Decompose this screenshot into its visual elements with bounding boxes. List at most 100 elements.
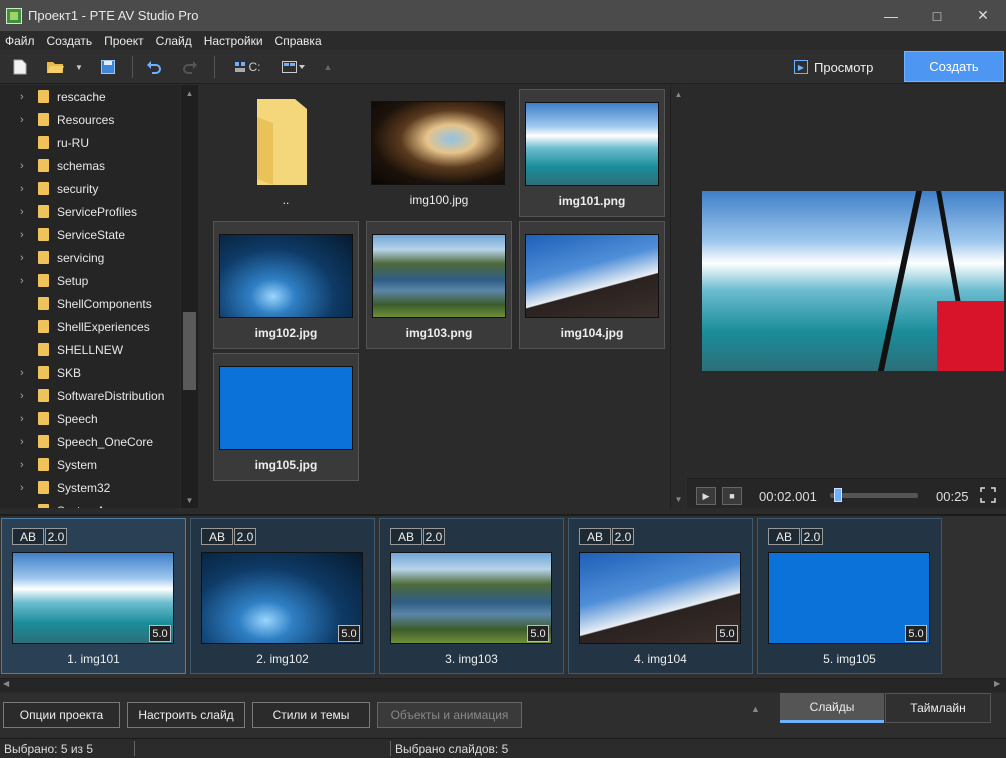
file-tile[interactable]: img102.jpg bbox=[213, 221, 359, 349]
tree-item[interactable]: › servicing bbox=[0, 246, 180, 269]
collapse-up-icon[interactable]: ▲ bbox=[751, 704, 760, 714]
chevron-right-icon[interactable]: › bbox=[20, 114, 30, 126]
menu-settings[interactable]: Настройки bbox=[199, 34, 270, 48]
file-tile[interactable]: img101.png bbox=[519, 89, 665, 217]
tree-item[interactable]: › SKB bbox=[0, 361, 180, 384]
view-mode-icon[interactable] bbox=[280, 56, 308, 78]
scroll-right-icon[interactable]: ▶ bbox=[994, 679, 1000, 688]
scroll-down-icon[interactable]: ▼ bbox=[181, 492, 198, 508]
menu-slide[interactable]: Слайд bbox=[151, 34, 199, 48]
tree-item[interactable]: › Speech bbox=[0, 407, 180, 430]
close-button[interactable]: ✕ bbox=[960, 0, 1006, 31]
chevron-right-icon[interactable]: › bbox=[20, 436, 30, 448]
transition-ab-badge[interactable]: AB bbox=[390, 528, 422, 545]
save-icon[interactable] bbox=[98, 56, 118, 78]
styles-themes-button[interactable]: Стили и темы bbox=[252, 702, 370, 728]
chevron-right-icon[interactable]: › bbox=[20, 160, 30, 172]
slide-card[interactable]: AB 2.0 5.0 4. img104 bbox=[568, 518, 753, 674]
chevron-right-icon[interactable]: › bbox=[20, 183, 30, 195]
up-level-icon[interactable]: ▲ bbox=[322, 56, 334, 78]
chevron-right-icon[interactable]: › bbox=[20, 206, 30, 218]
file-browser-scrollbar[interactable]: ▲ ▼ bbox=[670, 85, 685, 508]
file-tile[interactable]: img104.jpg bbox=[519, 221, 665, 349]
menu-file[interactable]: Файл bbox=[0, 34, 42, 48]
tree-item[interactable]: › Setup bbox=[0, 269, 180, 292]
stop-icon[interactable]: ■ bbox=[722, 487, 742, 505]
tree-item[interactable]: › schemas bbox=[0, 154, 180, 177]
tree-item[interactable]: › ServiceState bbox=[0, 223, 180, 246]
undo-icon[interactable] bbox=[144, 56, 164, 78]
tree-item[interactable]: › System32 bbox=[0, 476, 180, 499]
tree-item[interactable]: ru-RU bbox=[0, 131, 180, 154]
transition-ab-badge[interactable]: AB bbox=[201, 528, 233, 545]
slide-card[interactable]: AB 2.0 5.0 2. img102 bbox=[190, 518, 375, 674]
transition-time-badge[interactable]: 2.0 bbox=[612, 528, 634, 545]
chevron-right-icon[interactable]: › bbox=[20, 459, 30, 471]
customize-slide-button[interactable]: Настроить слайд bbox=[127, 702, 245, 728]
tree-item[interactable]: ShellExperiences bbox=[0, 315, 180, 338]
menu-create[interactable]: Создать bbox=[42, 34, 100, 48]
seek-handle[interactable] bbox=[834, 488, 842, 502]
create-button[interactable]: Создать bbox=[904, 51, 1004, 82]
file-tile[interactable]: img105.jpg bbox=[213, 353, 359, 481]
tab-timeline[interactable]: Таймлайн bbox=[885, 693, 991, 723]
play-icon[interactable]: ▶ bbox=[696, 487, 716, 505]
redo-icon[interactable] bbox=[180, 56, 200, 78]
chevron-right-icon[interactable]: › bbox=[20, 390, 30, 402]
project-options-button[interactable]: Опции проекта bbox=[3, 702, 120, 728]
tree-item[interactable]: › ServiceProfiles bbox=[0, 200, 180, 223]
transition-time-badge[interactable]: 2.0 bbox=[45, 528, 67, 545]
transition-ab-badge[interactable]: AB bbox=[768, 528, 800, 545]
tab-slides[interactable]: Слайды bbox=[780, 693, 884, 723]
file-tile[interactable]: img103.png bbox=[366, 221, 512, 349]
transition-time-badge[interactable]: 2.0 bbox=[234, 528, 256, 545]
scroll-left-icon[interactable]: ◀ bbox=[3, 679, 9, 688]
chevron-right-icon[interactable]: › bbox=[20, 367, 30, 379]
objects-animation-button[interactable]: Объекты и анимация bbox=[377, 702, 522, 728]
chevron-right-icon[interactable]: › bbox=[20, 91, 30, 103]
tree-item[interactable]: › Resources bbox=[0, 108, 180, 131]
slide-duration[interactable]: 5.0 bbox=[905, 625, 927, 642]
tree-item[interactable]: › System bbox=[0, 453, 180, 476]
parent-folder-tile[interactable]: .. bbox=[213, 89, 359, 217]
menu-help[interactable]: Справка bbox=[270, 34, 329, 48]
tree-item[interactable]: › rescache bbox=[0, 85, 180, 108]
tree-item[interactable]: SHELLNEW bbox=[0, 338, 180, 361]
transition-time-badge[interactable]: 2.0 bbox=[801, 528, 823, 545]
minimize-button[interactable]: — bbox=[868, 0, 914, 31]
maximize-button[interactable]: □ bbox=[914, 0, 960, 31]
slide-duration[interactable]: 5.0 bbox=[527, 625, 549, 642]
scroll-up-icon[interactable]: ▲ bbox=[181, 85, 198, 101]
open-folder-icon[interactable] bbox=[44, 56, 66, 78]
scroll-thumb[interactable] bbox=[183, 312, 196, 390]
tree-item[interactable]: › Speech_OneCore bbox=[0, 430, 180, 453]
file-tile[interactable]: img100.jpg bbox=[366, 89, 512, 217]
slide-card[interactable]: AB 2.0 5.0 3. img103 bbox=[379, 518, 564, 674]
tree-scrollbar[interactable]: ▲ ▼ bbox=[181, 85, 198, 508]
chevron-right-icon[interactable]: › bbox=[20, 252, 30, 264]
slide-duration[interactable]: 5.0 bbox=[338, 625, 360, 642]
scroll-up-icon[interactable]: ▲ bbox=[671, 87, 686, 101]
chevron-right-icon[interactable]: › bbox=[20, 482, 30, 494]
chevron-right-icon[interactable]: › bbox=[20, 413, 30, 425]
slide-duration[interactable]: 5.0 bbox=[149, 625, 171, 642]
tree-item[interactable]: › SoftwareDistribution bbox=[0, 384, 180, 407]
transition-ab-badge[interactable]: AB bbox=[579, 528, 611, 545]
new-file-icon[interactable] bbox=[10, 56, 30, 78]
drive-selector[interactable]: C: bbox=[230, 56, 264, 78]
slide-card[interactable]: AB 2.0 5.0 5. img105 bbox=[757, 518, 942, 674]
tree-item[interactable]: › security bbox=[0, 177, 180, 200]
seek-track[interactable] bbox=[830, 493, 918, 498]
transition-ab-badge[interactable]: AB bbox=[12, 528, 44, 545]
chevron-right-icon[interactable]: › bbox=[20, 229, 30, 241]
fullscreen-icon[interactable] bbox=[980, 487, 996, 503]
slide-card[interactable]: AB 2.0 5.0 1. img101 bbox=[1, 518, 186, 674]
slide-duration[interactable]: 5.0 bbox=[716, 625, 738, 642]
preview-button[interactable]: ▶ Просмотр bbox=[794, 56, 873, 78]
chevron-right-icon[interactable]: › bbox=[20, 505, 30, 509]
chevron-right-icon[interactable]: › bbox=[20, 275, 30, 287]
scroll-down-icon[interactable]: ▼ bbox=[671, 492, 686, 506]
tree-item[interactable]: ShellComponents bbox=[0, 292, 180, 315]
slide-list-scrollbar[interactable]: ◀ ▶ bbox=[0, 678, 1006, 692]
menu-project[interactable]: Проект bbox=[99, 34, 151, 48]
